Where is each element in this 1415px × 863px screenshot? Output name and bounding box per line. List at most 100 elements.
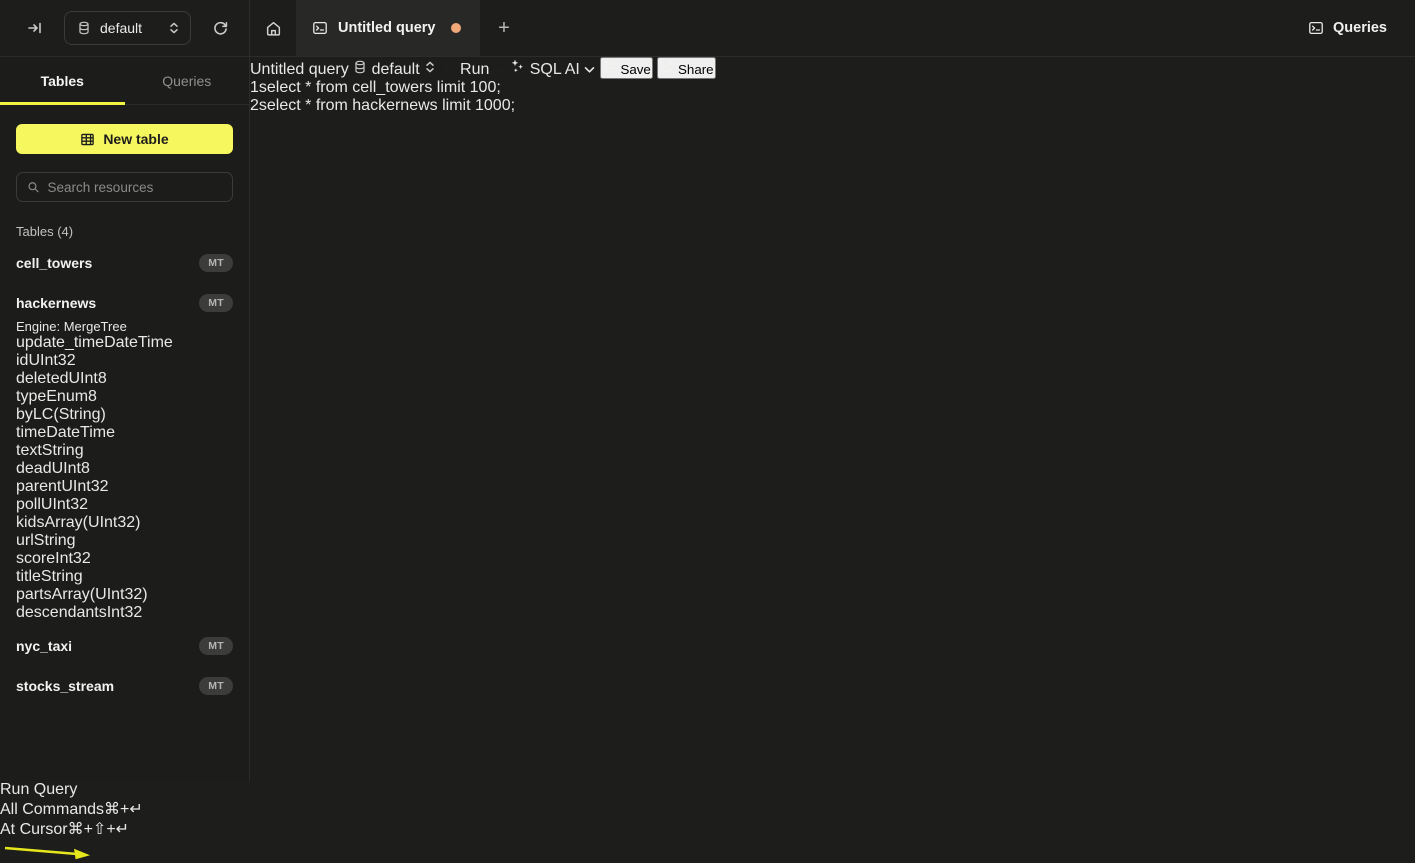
terminal-icon — [1308, 20, 1324, 36]
run-options-caret[interactable] — [494, 61, 509, 78]
code-token: * — [305, 97, 316, 114]
column-row: descendantsInt32 — [16, 604, 233, 622]
page-title: Untitled query — [250, 61, 349, 78]
line-number: 2 — [250, 97, 259, 114]
column-row: kidsArray(UInt32) — [16, 514, 233, 532]
tables-section-title: Tables (4) — [16, 224, 233, 239]
share-button[interactable]: Share — [657, 57, 715, 79]
sql-ai-label: SQL AI — [530, 61, 580, 78]
save-icon — [602, 59, 617, 74]
table-name: stocks_stream — [16, 678, 114, 694]
run-options-menu: All Commands⌘+↵At Cursor⌘+⇧+↵ — [0, 799, 1415, 839]
topbar-database-selector[interactable]: default — [64, 11, 191, 45]
column-name: parent — [16, 478, 61, 495]
code-text: select * from cell_towers limit 100; — [259, 79, 501, 96]
collapse-sidebar-icon[interactable] — [20, 13, 50, 43]
play-icon — [441, 59, 456, 74]
code-token: 1000 — [475, 97, 511, 114]
annotation-arrow — [0, 839, 96, 863]
run-query-tooltip: Run Query — [0, 781, 1415, 799]
unsaved-changes-dot — [451, 23, 461, 33]
table-item[interactable]: cell_towers MT — [16, 247, 233, 279]
column-type: String — [42, 442, 84, 459]
column-name: score — [16, 550, 55, 567]
plus-separator: + — [84, 821, 93, 838]
column-name: poll — [16, 496, 41, 513]
sidebar-content: New table Tables (4) cell_towersMThacker… — [0, 105, 249, 718]
new-tab-button[interactable]: + — [480, 0, 528, 56]
sql-ai-button-group: SQL AI — [509, 61, 599, 78]
code-line: 1select * from cell_towers limit 100; — [250, 79, 716, 97]
new-table-label: New table — [103, 131, 168, 147]
column-row: pollUInt32 — [16, 496, 233, 514]
plus-separator: + — [120, 801, 129, 818]
tab-queries[interactable]: Queries — [125, 57, 250, 104]
column-type: DateTime — [46, 424, 115, 441]
column-row: scoreInt32 — [16, 550, 233, 568]
column-row: urlString — [16, 532, 233, 550]
column-type: UInt32 — [28, 352, 75, 369]
run-button[interactable]: Run — [441, 61, 494, 78]
table-icon — [80, 132, 95, 147]
table-name: hackernews — [16, 295, 96, 311]
table-engine-label: Engine: MergeTree — [16, 319, 233, 334]
sql-ai-button[interactable]: SQL AI — [509, 61, 584, 78]
code-token: ; — [511, 97, 515, 114]
table-item[interactable]: nyc_taxiMT — [16, 630, 233, 662]
key-glyph: ⌘ — [104, 801, 120, 818]
save-button[interactable]: Save — [600, 57, 653, 79]
tab-tables[interactable]: Tables — [0, 57, 125, 104]
search-input[interactable] — [48, 180, 222, 195]
topbar-sidebar-section: default — [0, 0, 250, 56]
code-token: * — [305, 79, 316, 96]
new-table-button[interactable]: New table — [16, 124, 233, 154]
header-database-value: default — [372, 61, 420, 78]
chevron-down-icon — [494, 66, 505, 74]
code-line: 2select * from hackernews limit 1000; — [250, 97, 716, 115]
column-row: byLC(String) — [16, 406, 233, 424]
column-type: UInt8 — [69, 370, 107, 387]
sql-ai-caret[interactable] — [584, 61, 599, 78]
queries-button[interactable]: Queries — [1296, 0, 1415, 56]
column-row: parentUInt32 — [16, 478, 233, 496]
column-row: update_timeDateTime — [16, 334, 233, 352]
column-name: descendants — [16, 604, 107, 621]
header-database-selector[interactable]: default — [353, 61, 440, 78]
queries-label: Queries — [1333, 20, 1387, 36]
run-menu-item[interactable]: All Commands⌘+↵ — [0, 799, 1415, 819]
refresh-icon[interactable] — [205, 13, 235, 43]
sql-editor[interactable]: 1select * from cell_towers limit 100;2se… — [250, 79, 716, 115]
column-name: update_time — [16, 334, 104, 351]
table-name: cell_towers — [16, 255, 92, 271]
tab-untitled-query[interactable]: Untitled query — [296, 0, 480, 56]
tab-label: Untitled query — [338, 20, 435, 36]
code-token: ; — [496, 79, 500, 96]
column-name: by — [16, 406, 33, 423]
column-row: deadUInt8 — [16, 460, 233, 478]
column-type: UInt32 — [41, 496, 88, 513]
code-token: hackernews — [352, 97, 442, 114]
table-engine-badge: MT — [199, 294, 233, 312]
query-header: Untitled query default Run — [250, 57, 716, 79]
run-label: Run — [460, 61, 489, 78]
table-engine-badge: MT — [199, 254, 233, 272]
home-icon — [265, 20, 282, 37]
tables-list: cell_towers MT hackernews MT Engine: MergeTr… — [16, 247, 233, 702]
column-row: typeEnum8 — [16, 388, 233, 406]
column-type: UInt8 — [52, 460, 90, 477]
table-item[interactable]: stocks_streamMT — [16, 670, 233, 702]
column-type: Array(UInt32) — [44, 514, 140, 531]
column-name: deleted — [16, 370, 69, 387]
code-token: from — [316, 79, 352, 96]
key-glyph: ⌘ — [68, 821, 84, 838]
run-menu-item[interactable]: At Cursor⌘+⇧+↵ — [0, 819, 1415, 839]
column-row: textString — [16, 442, 233, 460]
home-button[interactable] — [250, 0, 296, 56]
run-button-group: Run — [441, 61, 510, 78]
table-item[interactable]: hackernews MT — [16, 287, 233, 319]
column-type: LC(String) — [33, 406, 106, 423]
topbar-database-value: default — [100, 20, 142, 36]
column-type: Int32 — [107, 604, 143, 621]
app-window: default Untitled query + Queries — [0, 0, 1415, 863]
column-type: UInt32 — [61, 478, 108, 495]
